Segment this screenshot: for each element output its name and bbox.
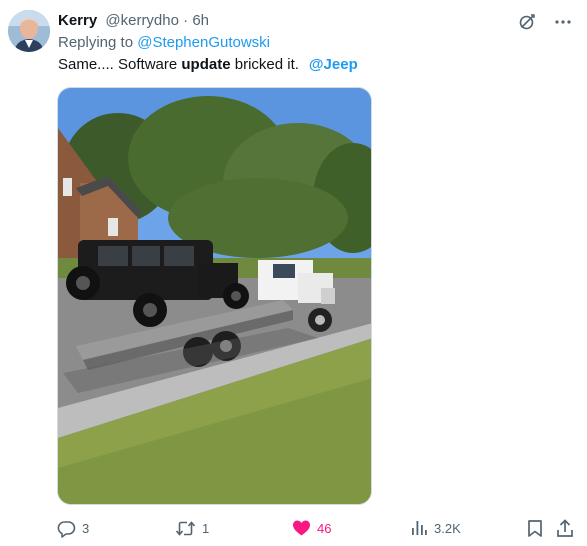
- tweet-mention-jeep[interactable]: @Jeep: [309, 56, 358, 73]
- retweet-icon: [175, 520, 196, 536]
- display-name[interactable]: Kerry: [58, 12, 97, 29]
- separator-dot: ·: [183, 12, 189, 29]
- tweet-text-part2: bricked it.: [230, 56, 299, 73]
- reply-button[interactable]: 3: [57, 516, 89, 540]
- tweet-text-part1: Same.... Software: [58, 56, 182, 73]
- tweet-time[interactable]: 6h: [192, 12, 209, 29]
- tweet-photo[interactable]: [57, 87, 372, 505]
- replying-to-label: Replying to: [58, 34, 134, 51]
- bookmark-icon: [528, 519, 542, 537]
- like-button[interactable]: 46: [292, 516, 331, 540]
- views-icon: [412, 521, 427, 535]
- avatar[interactable]: [8, 10, 50, 52]
- reply-count: 3: [82, 520, 90, 536]
- grok-icon[interactable]: [517, 12, 537, 32]
- share-button[interactable]: [556, 516, 574, 540]
- tweet-text-bold: update: [181, 56, 231, 73]
- replying-to: Replying to @StephenGutowski: [58, 33, 270, 53]
- tweet-text: Same.... Software update bricked it. @Jee…: [58, 55, 358, 75]
- reply-icon: [57, 520, 76, 538]
- views-button[interactable]: 3.2K: [410, 516, 461, 540]
- user-handle[interactable]: @kerrydho: [105, 12, 179, 29]
- retweet-count: 1: [202, 520, 210, 536]
- tweet-header: Kerry @kerrydho · 6h: [58, 11, 209, 31]
- tweet[interactable]: Kerry @kerrydho · 6h Replying to @Stephe…: [0, 0, 587, 546]
- views-count: 3.2K: [434, 520, 461, 536]
- like-icon: [293, 520, 310, 536]
- more-icon[interactable]: [553, 12, 573, 32]
- share-icon: [557, 518, 573, 537]
- action-bar: 3 1 46 3.2K: [0, 516, 587, 540]
- bookmark-button[interactable]: [527, 516, 543, 540]
- retweet-button[interactable]: 1: [175, 516, 209, 540]
- like-count: 46: [317, 520, 332, 536]
- replying-to-mention[interactable]: @StephenGutowski: [137, 34, 270, 51]
